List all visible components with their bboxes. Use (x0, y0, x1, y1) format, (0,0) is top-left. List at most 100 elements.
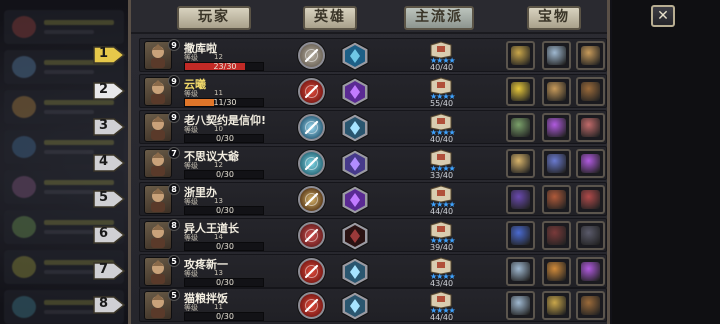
scroll-icon-art (511, 118, 530, 137)
bg-row (4, 10, 124, 44)
horn-icon[interactable] (576, 77, 605, 106)
compass-icon-art (511, 154, 530, 173)
xp-text: 11/30 (213, 98, 237, 107)
mask-icon-art (581, 190, 600, 209)
ring-icon-art (581, 118, 600, 137)
rank-number: 2 (99, 82, 109, 97)
goblet-icon-art (547, 262, 566, 281)
leaderboard-row[interactable]: 7 不思议大爺 等级 12 0/30 ★★★★ 33/40 (139, 146, 607, 180)
bracelet-icon[interactable] (542, 41, 571, 70)
potion-icon[interactable] (576, 257, 605, 286)
red-slash-icon[interactable] (298, 258, 325, 285)
goblet-icon[interactable] (542, 257, 571, 286)
bracelet-icon[interactable] (506, 291, 535, 320)
scales-icon[interactable] (542, 77, 571, 106)
mastery-progress: 44/40 (430, 207, 454, 216)
mastery-progress: 39/40 (430, 243, 454, 252)
purple-star-icon[interactable] (340, 149, 370, 179)
xp-text: 23/30 (213, 62, 237, 71)
leaderboard-row[interactable]: 8 异人王道长 等级 14 0/30 ★★★★ 39/40 (139, 218, 607, 252)
bracelet-icon-art (547, 46, 566, 65)
leaderboard-row[interactable]: 8 浙里办 等级 13 0/30 ★★★★ 44/40 (139, 182, 607, 216)
rank-number: 3 (99, 118, 109, 133)
portrait-level-badge: 7 (168, 147, 180, 159)
rank-number: 6 (99, 226, 109, 241)
ring-icon[interactable] (576, 113, 605, 142)
rank-number: 8 (99, 296, 109, 311)
portrait-level-badge: 9 (168, 111, 180, 123)
book-icon[interactable] (542, 149, 571, 178)
hero-level: 14 (214, 233, 223, 241)
potion-icon[interactable] (576, 149, 605, 178)
hero-level: 12 (214, 161, 223, 169)
xp-text: 0/30 (216, 278, 234, 287)
rank-badge: 1 (92, 45, 126, 65)
bracelet-icon-art (511, 296, 530, 315)
cloak-icon-art (547, 226, 566, 245)
leaderboard-row[interactable]: 9 撒库啦 等级 12 23/30 ★★★★ 40/40 (139, 38, 607, 72)
ice-hex-icon[interactable] (340, 113, 370, 143)
leaderboard-row[interactable]: 9 老八契约是信仰! 等级 10 0/30 ★★★★ 40/40 (139, 110, 607, 144)
cloak-icon[interactable] (542, 221, 571, 250)
medal-icon[interactable] (542, 291, 571, 320)
crystal-icon-art (511, 226, 530, 245)
medal-icon-art (511, 46, 530, 65)
portrait-level-badge: 8 (168, 219, 180, 231)
leaderboard-row[interactable]: 9 云曦 等级 11 11/30 ★★★★ 55/40 (139, 74, 607, 108)
ice-snowflake-icon[interactable] (298, 114, 325, 141)
horn-icon[interactable] (576, 291, 605, 320)
shield-icon[interactable] (298, 222, 325, 249)
book-icon-art (547, 154, 566, 173)
ice-hex-icon[interactable] (340, 291, 370, 321)
xp-text: 0/30 (216, 206, 234, 215)
red-slash-icon[interactable] (298, 292, 325, 319)
purple-crystal-icon[interactable] (340, 185, 370, 215)
tab-players[interactable]: 玩家 (177, 6, 251, 30)
rank-number: 4 (99, 154, 109, 169)
rank-badge: 3 (92, 117, 126, 137)
clover-icon[interactable] (506, 77, 535, 106)
arrow-icon[interactable] (298, 186, 325, 213)
xp-bar: 23/30 (184, 62, 264, 71)
dark-ring-icon[interactable] (340, 221, 370, 251)
xp-text: 0/30 (216, 134, 234, 143)
leaderboard-row[interactable]: 5 攻疼新一 等级 13 0/30 ★★★★ 43/40 (139, 254, 607, 288)
rank-badge: 5 (92, 189, 126, 209)
water-blade-icon[interactable] (340, 41, 370, 71)
rune-book-icon-art (511, 190, 530, 209)
background-right (612, 0, 720, 324)
xp-bar: 0/30 (184, 170, 264, 179)
horn-icon-art (581, 296, 600, 315)
tab-treasures[interactable]: 宝物 (527, 6, 581, 30)
tab-mainstream[interactable]: 主流派 (404, 6, 474, 30)
crystal-icon[interactable] (506, 221, 535, 250)
mask-icon[interactable] (576, 185, 605, 214)
close-button[interactable]: ✕ (651, 5, 675, 27)
bracelet-icon[interactable] (506, 257, 535, 286)
mastery-progress: 55/40 (430, 99, 454, 108)
rank-badge: 6 (92, 225, 126, 245)
hero-level: 11 (214, 89, 223, 97)
scroll-icon[interactable] (506, 113, 535, 142)
leaderboard-row[interactable]: 5 猫粮拌饭 等级 11 0/30 ★★★★ 44/40 (139, 288, 607, 322)
tab-heroes[interactable]: 英雄 (303, 6, 357, 30)
red-slash-icon[interactable] (298, 78, 325, 105)
scales-icon[interactable] (576, 41, 605, 70)
hero-level: 13 (214, 197, 223, 205)
tome-icon[interactable] (576, 221, 605, 250)
medal-icon[interactable] (506, 41, 535, 70)
whirlwind-icon[interactable] (298, 150, 325, 177)
target-icon[interactable] (298, 42, 325, 69)
compass-icon[interactable] (506, 149, 535, 178)
hero-level: 12 (214, 53, 223, 61)
portrait-level-badge: 9 (168, 39, 180, 51)
mastery-progress: 40/40 (430, 63, 454, 72)
purple-crystal-icon[interactable] (340, 77, 370, 107)
potion-icon[interactable] (542, 113, 571, 142)
portrait-level-badge: 5 (168, 289, 180, 301)
ice-hex-icon[interactable] (340, 257, 370, 287)
xp-bar: 0/30 (184, 134, 264, 143)
chest-icon[interactable] (542, 185, 571, 214)
rune-book-icon[interactable] (506, 185, 535, 214)
tome-icon-art (581, 226, 600, 245)
